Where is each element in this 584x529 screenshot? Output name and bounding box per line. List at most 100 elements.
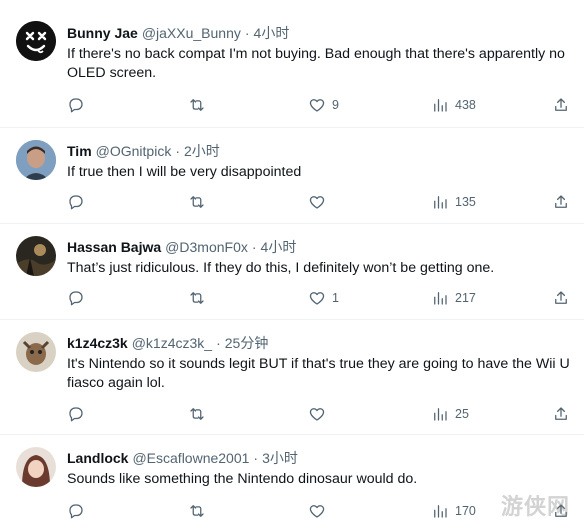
separator-dot: ·	[175, 143, 180, 159]
tweet-text: It's Nintendo so it sounds legit BUT if …	[67, 356, 570, 391]
reply-icon	[69, 195, 83, 210]
display-name[interactable]: Landlock	[67, 449, 128, 467]
heart-icon	[309, 505, 325, 518]
share-icon	[555, 407, 567, 420]
avatar[interactable]	[16, 332, 56, 372]
heart-icon	[309, 196, 325, 209]
avatar[interactable]	[16, 447, 56, 487]
separator-dot: ·	[244, 25, 250, 41]
views-icon	[434, 99, 447, 112]
tweet[interactable]: Bunny Jae @jaXXu_Bunny · 4小时 If there's …	[0, 0, 584, 128]
retweet-icon	[190, 408, 204, 420]
reply-button[interactable]	[67, 405, 85, 423]
views-icon	[434, 408, 447, 421]
avatar-landscape-icon	[16, 236, 56, 276]
share-button[interactable]	[552, 405, 570, 423]
tweet-header: k1z4cz3k @k1z4cz3k_ · 25分钟	[67, 334, 570, 352]
avatar[interactable]	[16, 236, 56, 276]
heart-icon	[309, 99, 325, 112]
timestamp[interactable]: 2小时	[184, 142, 220, 160]
display-name[interactable]: k1z4cz3k	[67, 334, 128, 352]
retweet-icon	[190, 505, 204, 517]
tweet[interactable]: Tim @OGnitpick · 2小时 If true then I will…	[0, 128, 584, 224]
display-name[interactable]: Bunny Jae	[67, 24, 138, 42]
tweet-text: If true then I will be very disappointed	[67, 164, 302, 180]
like-count: 1	[332, 291, 339, 305]
share-button[interactable]	[552, 96, 570, 114]
user-handle[interactable]: @jaXXu_Bunny	[142, 24, 241, 42]
share-icon	[555, 291, 567, 304]
views-icon	[434, 196, 447, 209]
reply-icon	[69, 291, 83, 306]
view-count: 170	[455, 504, 476, 518]
heart-icon	[309, 292, 325, 305]
tweet-header: Bunny Jae @jaXXu_Bunny · 4小时	[67, 24, 570, 42]
view-count: 135	[455, 195, 476, 209]
view-count: 217	[455, 291, 476, 305]
views-button[interactable]: 135	[431, 193, 476, 211]
tweet[interactable]: Landlock @Escaflowne2001 · 3小时 Sounds li…	[0, 435, 584, 529]
separator-dot: ·	[251, 239, 257, 255]
tweet-header: Tim @OGnitpick · 2小时	[67, 142, 570, 160]
heart-icon	[309, 408, 325, 421]
retweet-button[interactable]	[188, 96, 206, 114]
user-handle[interactable]: @Escaflowne2001	[132, 449, 249, 467]
views-button[interactable]: 217	[431, 289, 476, 307]
retweet-button[interactable]	[188, 193, 206, 211]
like-button[interactable]	[308, 405, 326, 423]
retweet-button[interactable]	[188, 502, 206, 520]
view-count: 438	[455, 98, 476, 112]
like-button[interactable]: 1	[308, 289, 339, 307]
reply-icon	[69, 504, 83, 519]
timestamp[interactable]: 3小时	[262, 449, 298, 467]
like-count: 9	[332, 98, 339, 112]
retweet-button[interactable]	[188, 405, 206, 423]
tweet-header: Hassan Bajwa @D3monF0x · 4小时	[67, 238, 570, 256]
retweet-icon	[190, 292, 204, 304]
reply-button[interactable]	[67, 289, 85, 307]
reply-icon	[69, 98, 83, 113]
avatar-person-icon	[16, 140, 56, 180]
retweet-icon	[190, 99, 204, 111]
views-icon	[434, 292, 447, 305]
view-count: 25	[455, 407, 469, 421]
share-icon	[555, 98, 567, 111]
avatar-anime-icon	[16, 447, 56, 487]
share-button[interactable]	[552, 289, 570, 307]
timestamp[interactable]: 4小时	[261, 238, 297, 256]
share-button[interactable]	[552, 193, 570, 211]
tweet-header: Landlock @Escaflowne2001 · 3小时	[67, 449, 570, 467]
views-button[interactable]: 25	[431, 405, 469, 423]
user-handle[interactable]: @D3monF0x	[165, 238, 248, 256]
user-handle[interactable]: @k1z4cz3k_	[132, 334, 212, 352]
display-name[interactable]: Hassan Bajwa	[67, 238, 161, 256]
share-icon	[555, 195, 567, 208]
user-handle[interactable]: @OGnitpick	[96, 142, 172, 160]
tweet[interactable]: Hassan Bajwa @D3monF0x · 4小时 That’s just…	[0, 224, 584, 320]
display-name[interactable]: Tim	[67, 142, 92, 160]
watermark: 游侠网	[500, 494, 570, 519]
views-button[interactable]: 438	[431, 96, 476, 114]
separator-dot: ·	[216, 335, 221, 351]
reply-button[interactable]	[67, 193, 85, 211]
separator-dot: ·	[253, 450, 259, 466]
like-button[interactable]	[308, 502, 326, 520]
views-button[interactable]: 170	[431, 502, 476, 520]
like-button[interactable]	[308, 193, 326, 211]
avatar[interactable]	[16, 21, 56, 61]
tweet-text: Sounds like something the Nintendo dinos…	[67, 471, 418, 487]
retweet-icon	[190, 196, 204, 208]
retweet-button[interactable]	[188, 289, 206, 307]
views-icon	[434, 505, 447, 518]
tweet-text: That’s just ridiculous. If they do this,…	[67, 260, 495, 276]
like-button[interactable]: 9	[308, 96, 339, 114]
timestamp[interactable]: 25分钟	[225, 334, 269, 352]
avatar-face-icon	[16, 21, 56, 61]
avatar-character-icon	[16, 332, 56, 372]
tweet-text: If there's no back compat I'm not buying…	[67, 46, 565, 81]
avatar[interactable]	[16, 140, 56, 180]
tweet[interactable]: k1z4cz3k @k1z4cz3k_ · 25分钟 It's Nintendo…	[0, 320, 584, 435]
timestamp[interactable]: 4小时	[254, 24, 290, 42]
reply-button[interactable]	[67, 96, 85, 114]
reply-button[interactable]	[67, 502, 85, 520]
